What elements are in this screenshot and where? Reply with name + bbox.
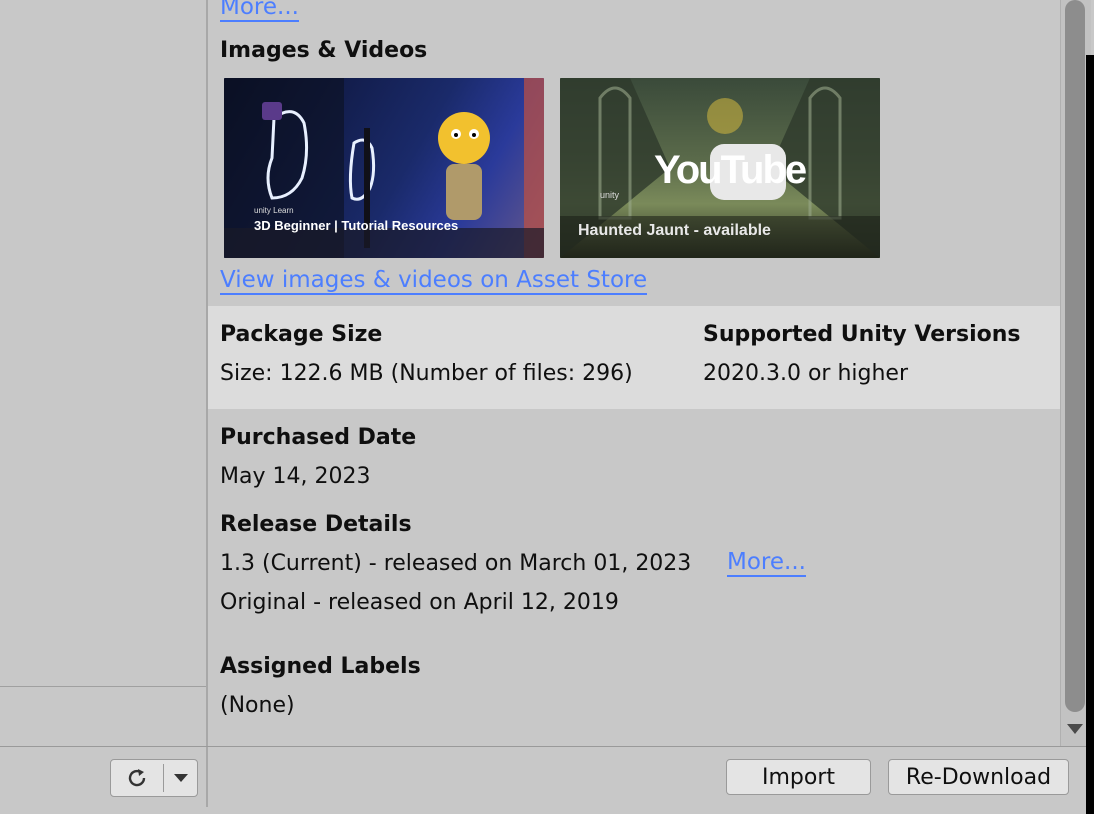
view-images-link[interactable]: View images & videos on Asset Store (220, 267, 648, 295)
package-details-pane: More... Images & Videos unity Learn 3D B… (208, 0, 1060, 746)
chevron-down-icon (174, 774, 188, 782)
package-size-heading: Package Size (220, 322, 383, 347)
supported-versions-heading: Supported Unity Versions (703, 322, 1021, 347)
description-more-link[interactable]: More... (220, 0, 299, 22)
redownload-button[interactable]: Re-Download (888, 759, 1069, 795)
scrollbar-thumb[interactable] (1065, 0, 1085, 712)
supported-versions-value: 2020.3.0 or higher (703, 361, 909, 386)
unity-badge: unity (600, 190, 620, 200)
release-current: 1.3 (Current) - released on March 01, 20… (220, 551, 692, 576)
assigned-labels-heading: Assigned Labels (220, 654, 421, 679)
unity-learn-badge: unity Learn (254, 206, 294, 215)
youtube-video-thumbnail[interactable]: YouTube unity Haunted Jaunt - available (560, 78, 880, 258)
video-caption: Haunted Jaunt - available (578, 222, 771, 239)
purchased-date-heading: Purchased Date (220, 425, 417, 450)
assigned-labels-value: (None) (220, 693, 295, 718)
purchased-date-value: May 14, 2023 (220, 464, 371, 489)
tutorial-thumbnail[interactable]: unity Learn 3D Beginner | Tutorial Resou… (224, 78, 544, 258)
images-heading: Images & Videos (220, 38, 428, 63)
release-original: Original - released on April 12, 2019 (220, 590, 619, 615)
release-details-heading: Release Details (220, 512, 412, 537)
scroll-down-arrow-icon[interactable] (1067, 724, 1083, 734)
refresh-dropdown-button[interactable] (164, 760, 198, 796)
refresh-button[interactable] (111, 760, 163, 796)
footer-toolbar: Import Re-Download (0, 746, 1086, 807)
footer-divider (206, 747, 208, 807)
left-pane (0, 0, 208, 746)
refresh-icon (128, 769, 146, 787)
youtube-logo: YouTube (654, 148, 807, 192)
window-edge (1086, 55, 1094, 814)
release-more-link[interactable]: More... (727, 549, 806, 577)
refresh-control (110, 759, 198, 797)
package-size-value: Size: 122.6 MB (Number of files: 296) (220, 361, 633, 386)
left-pane-divider (0, 686, 206, 687)
import-button[interactable]: Import (726, 759, 871, 795)
tutorial-caption: 3D Beginner | Tutorial Resources (254, 218, 459, 233)
